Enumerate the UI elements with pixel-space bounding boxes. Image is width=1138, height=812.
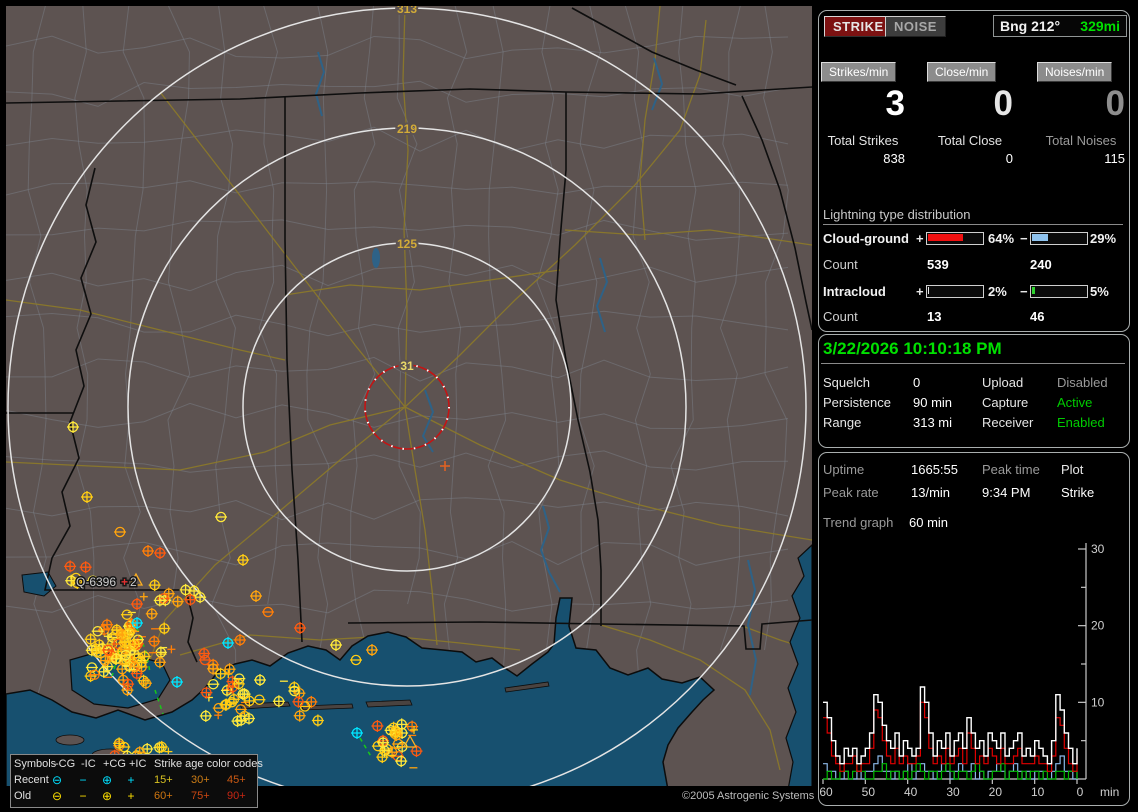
pos-cg-recent-icon: ⊕: [99, 774, 115, 786]
ic-plus-bar: [926, 285, 984, 298]
counters-panel: STRIKE NOISE Bng 212° 329mi Strikes/min …: [818, 10, 1130, 332]
pos-ic-old-icon: +: [123, 790, 139, 802]
pos-ic-recent-icon: +: [123, 774, 139, 786]
cg-minus-count: 240: [1030, 257, 1052, 272]
receiver-status: Enabled: [1057, 415, 1105, 430]
persistence-value: 90 min: [913, 395, 952, 410]
copyright-text: ©2005 Astrogenic Systems: [682, 790, 814, 802]
svg-text:+: +: [121, 575, 128, 589]
cloud-ground-label: Cloud-ground: [823, 231, 909, 246]
bearing-value: Bng 212°: [1000, 18, 1060, 34]
svg-text:Q-6396: Q-6396: [76, 575, 116, 589]
legend-row-recent: Recent: [14, 774, 49, 786]
neg-cg-old-icon: ⊖: [49, 790, 65, 802]
svg-text:60: 60: [819, 785, 833, 799]
svg-text:31: 31: [400, 359, 414, 373]
trend-graph-window: 60 min: [909, 515, 948, 530]
legend-symbols-header: Symbols: [14, 758, 56, 770]
svg-text:10: 10: [1091, 695, 1105, 709]
svg-text:2: 2: [130, 575, 137, 589]
plot-mode-label: Plot: [1061, 462, 1083, 477]
neg-ic-old-icon: −: [75, 790, 91, 802]
neg-cg-recent-icon: ⊖: [49, 774, 65, 786]
peak-time-value: 9:34 PM: [982, 485, 1030, 500]
bearing-display: Bng 212° 329mi: [993, 15, 1127, 37]
svg-text:30: 30: [1091, 542, 1105, 556]
plot-mode-value: Strike: [1061, 485, 1094, 500]
strikes-rate: 3: [821, 87, 905, 121]
svg-text:20: 20: [1091, 619, 1105, 633]
cg-plus-pct: 64%: [988, 231, 1014, 246]
svg-text:10: 10: [1031, 785, 1045, 799]
total-close-label: Total Close: [927, 133, 1013, 148]
ic-minus-count: 46: [1030, 309, 1044, 324]
ic-minus-bar: [1030, 285, 1088, 298]
uptime-value: 1665:55: [911, 462, 958, 477]
legend-row-old: Old: [14, 790, 31, 802]
intracloud-label: Intracloud: [823, 284, 886, 299]
noises-rate: 0: [1037, 87, 1125, 121]
strikes-per-min-button[interactable]: Strikes/min: [821, 62, 896, 82]
svg-text:30: 30: [946, 785, 960, 799]
upload-status: Disabled: [1057, 375, 1108, 390]
svg-text:0: 0: [1077, 785, 1084, 799]
svg-text:219: 219: [397, 122, 417, 136]
nexstorm-window: 31321912531 Q-6396 + 2 Symbols -CG: [0, 0, 1138, 812]
range-value: 313 mi: [913, 415, 952, 430]
trend-graph-label: Trend graph: [823, 515, 893, 530]
close-per-min-button[interactable]: Close/min: [927, 62, 996, 82]
svg-text:20: 20: [989, 785, 1003, 799]
noises-per-min-button[interactable]: Noises/min: [1037, 62, 1112, 82]
total-noises-label: Total Noises: [1037, 133, 1125, 148]
svg-text:min: min: [1100, 785, 1119, 799]
cg-plus-bar: [926, 232, 984, 245]
svg-text:40: 40: [904, 785, 918, 799]
svg-text:313: 313: [397, 6, 417, 16]
session-panel: Uptime 1665:55 Peak time Plot Peak rate …: [818, 452, 1130, 806]
pos-cg-old-icon: ⊕: [99, 790, 115, 802]
ic-plus-pct: 2%: [988, 284, 1007, 299]
squelch-value: 0: [913, 375, 920, 390]
svg-text:125: 125: [397, 237, 417, 251]
total-close-value: 0: [927, 151, 1013, 166]
neg-ic-recent-icon: −: [75, 774, 91, 786]
total-strikes-label: Total Strikes: [821, 133, 905, 148]
distribution-divider: [823, 224, 1123, 225]
storm-cell-label: Q-6396 + 2: [76, 575, 137, 589]
status-panel: 3/22/2026 10:10:18 PM Squelch 0 Upload D…: [818, 334, 1130, 448]
capture-status: Active: [1057, 395, 1092, 410]
peak-rate-value: 13/min: [911, 485, 950, 500]
cg-minus-bar: [1030, 232, 1088, 245]
bearing-range-value: 329mi: [1080, 18, 1120, 34]
total-strikes-value: 838: [821, 151, 905, 166]
strike-button[interactable]: STRIKE: [824, 16, 893, 37]
distribution-title: Lightning type distribution: [823, 207, 970, 222]
ic-plus-count: 13: [927, 309, 941, 324]
trend-graph: 10 20 30 60 50 40 30 20 10 0 min: [819, 533, 1127, 801]
date-time: 3/22/2026 10:10:18 PM: [823, 339, 1002, 359]
noise-button[interactable]: NOISE: [885, 16, 946, 37]
cg-plus-count: 539: [927, 257, 949, 272]
total-noises-value: 115: [1037, 151, 1125, 166]
map-legend: Symbols -CG -IC +CG +IC Strike age color…: [10, 754, 258, 808]
lightning-map[interactable]: 313 219 125 31 Q-6396 + 2: [6, 6, 812, 786]
legend-age-title: Strike age color codes: [154, 758, 263, 770]
ic-minus-pct: 5%: [1090, 284, 1109, 299]
svg-text:50: 50: [862, 785, 876, 799]
cg-minus-pct: 29%: [1090, 231, 1116, 246]
close-rate: 0: [927, 87, 1013, 121]
